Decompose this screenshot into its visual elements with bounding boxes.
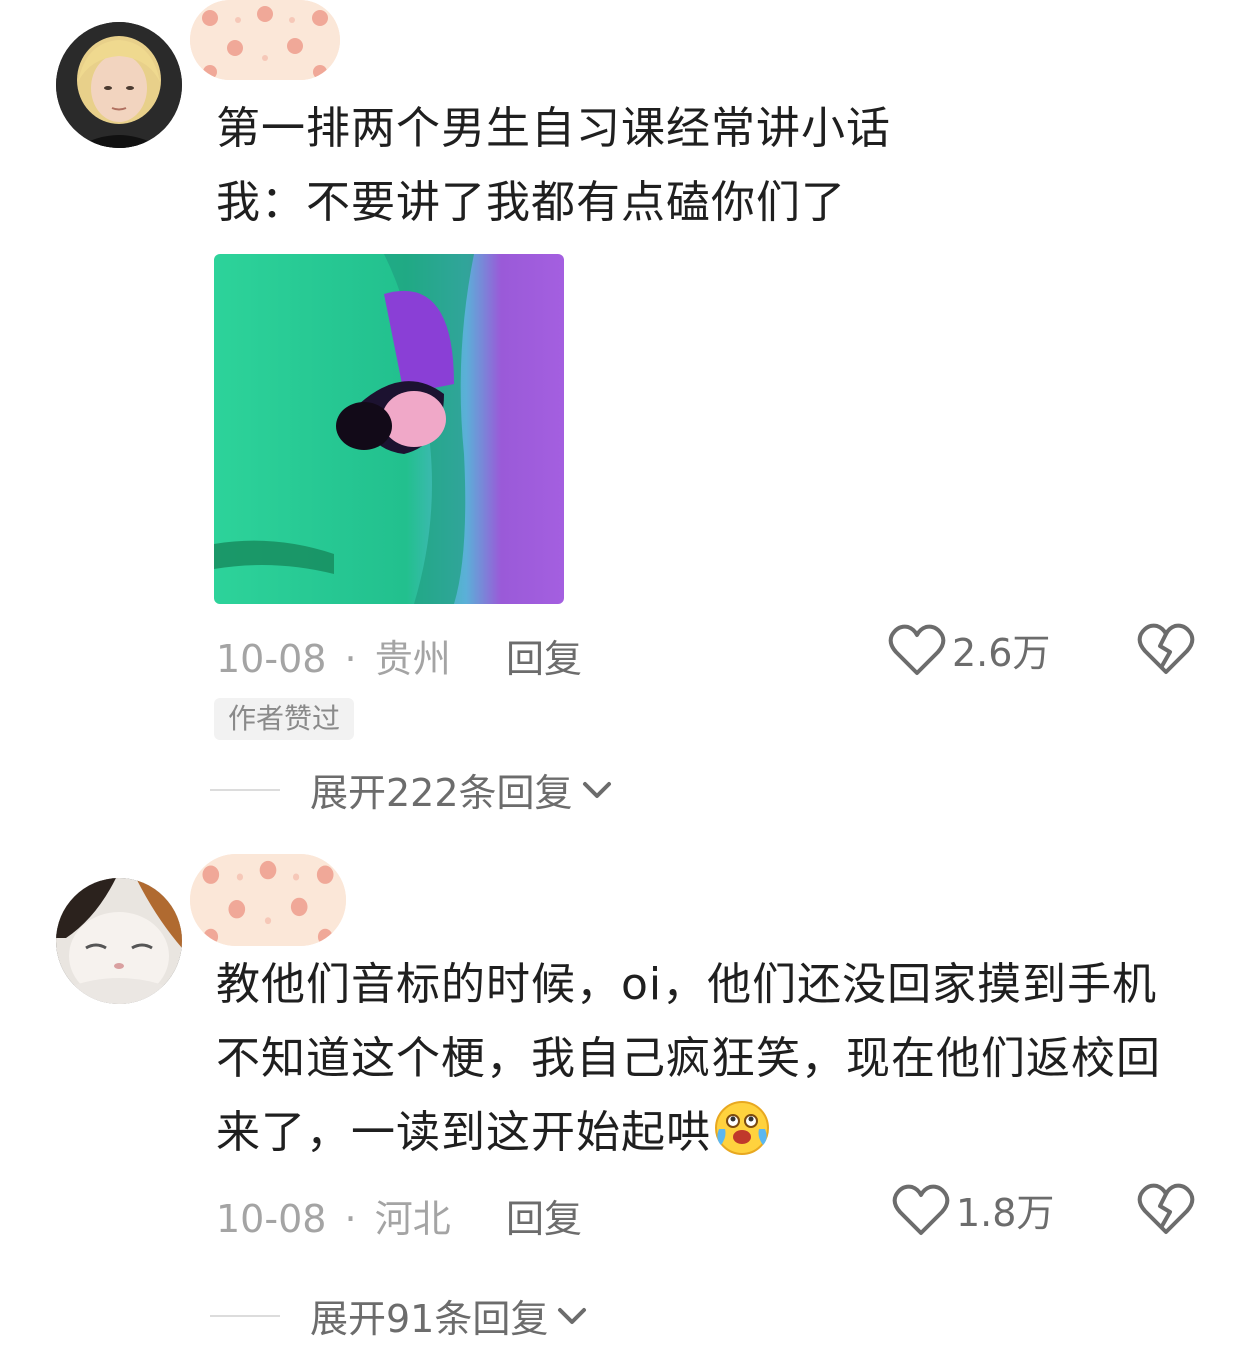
heart-outline-icon xyxy=(888,624,946,675)
comment-text-line: 教他们音标的时候，oi，他们还没回家摸到手机 xyxy=(216,959,1158,1010)
cat-pattern-badge xyxy=(190,0,340,80)
like-button[interactable]: 2.6万 xyxy=(888,622,1050,677)
comment-location: 河北 xyxy=(374,1197,451,1241)
cat-pattern-badge xyxy=(190,854,346,946)
tearful-laugh-emoji-icon xyxy=(715,1101,769,1155)
divider xyxy=(210,1314,280,1317)
expand-replies-label: 展开222条回复 xyxy=(310,771,573,815)
dislike-button[interactable] xyxy=(1136,622,1196,676)
broken-heart-icon xyxy=(1137,623,1195,674)
comment-text-line: 我：不要讲了我都有点磕你们了 xyxy=(216,177,846,228)
cat-pattern-badge-icon xyxy=(190,854,346,946)
chevron-down-icon xyxy=(558,1307,587,1324)
reply-button[interactable]: 回复 xyxy=(506,1188,582,1243)
comment-location: 贵州 xyxy=(374,637,451,681)
author-liked-tag: 作者赞过 xyxy=(214,698,355,740)
comment-text: 来了，一读到这开始起哄 xyxy=(216,1107,711,1158)
like-count: 1.8万 xyxy=(956,1191,1055,1235)
meta-separator: · xyxy=(344,1197,357,1241)
comment-meta: 10-08 · 贵州 xyxy=(216,628,451,683)
comment-text-line: 不知道这个梗，我自己疯狂笑，现在他们返校回 xyxy=(216,1033,1161,1084)
comment-sticker-image[interactable] xyxy=(214,254,564,604)
like-button[interactable]: 1.8万 xyxy=(892,1182,1054,1237)
meta-separator: · xyxy=(344,637,357,681)
broken-heart-icon xyxy=(1137,1183,1195,1234)
blonde-person-avatar-icon xyxy=(56,22,182,148)
comment-text-line-with-emoji: 来了，一读到这开始起哄 xyxy=(216,1096,771,1170)
divider xyxy=(210,788,280,791)
calico-cat-avatar-icon xyxy=(56,878,182,1004)
expand-replies-label: 展开91条回复 xyxy=(310,1297,549,1341)
heart-outline-icon xyxy=(892,1184,950,1235)
comment-date: 10-08 xyxy=(216,637,327,681)
comment-meta: 10-08 · 河北 xyxy=(216,1188,451,1243)
user-avatar[interactable] xyxy=(56,878,182,1004)
comment-date: 10-08 xyxy=(216,1197,327,1241)
cat-pattern-badge-icon xyxy=(190,0,340,80)
dislike-button[interactable] xyxy=(1136,1182,1196,1236)
user-avatar[interactable] xyxy=(56,22,182,148)
expand-replies-button[interactable]: 展开222条回复 xyxy=(210,762,615,817)
comment-text-line: 第一排两个男生自习课经常讲小话 xyxy=(216,103,891,154)
like-count: 2.6万 xyxy=(952,631,1051,675)
green-alien-eye-sticker-icon xyxy=(214,254,564,604)
expand-replies-button[interactable]: 展开91条回复 xyxy=(210,1288,590,1343)
chevron-down-icon xyxy=(582,781,611,798)
reply-button[interactable]: 回复 xyxy=(506,628,582,683)
